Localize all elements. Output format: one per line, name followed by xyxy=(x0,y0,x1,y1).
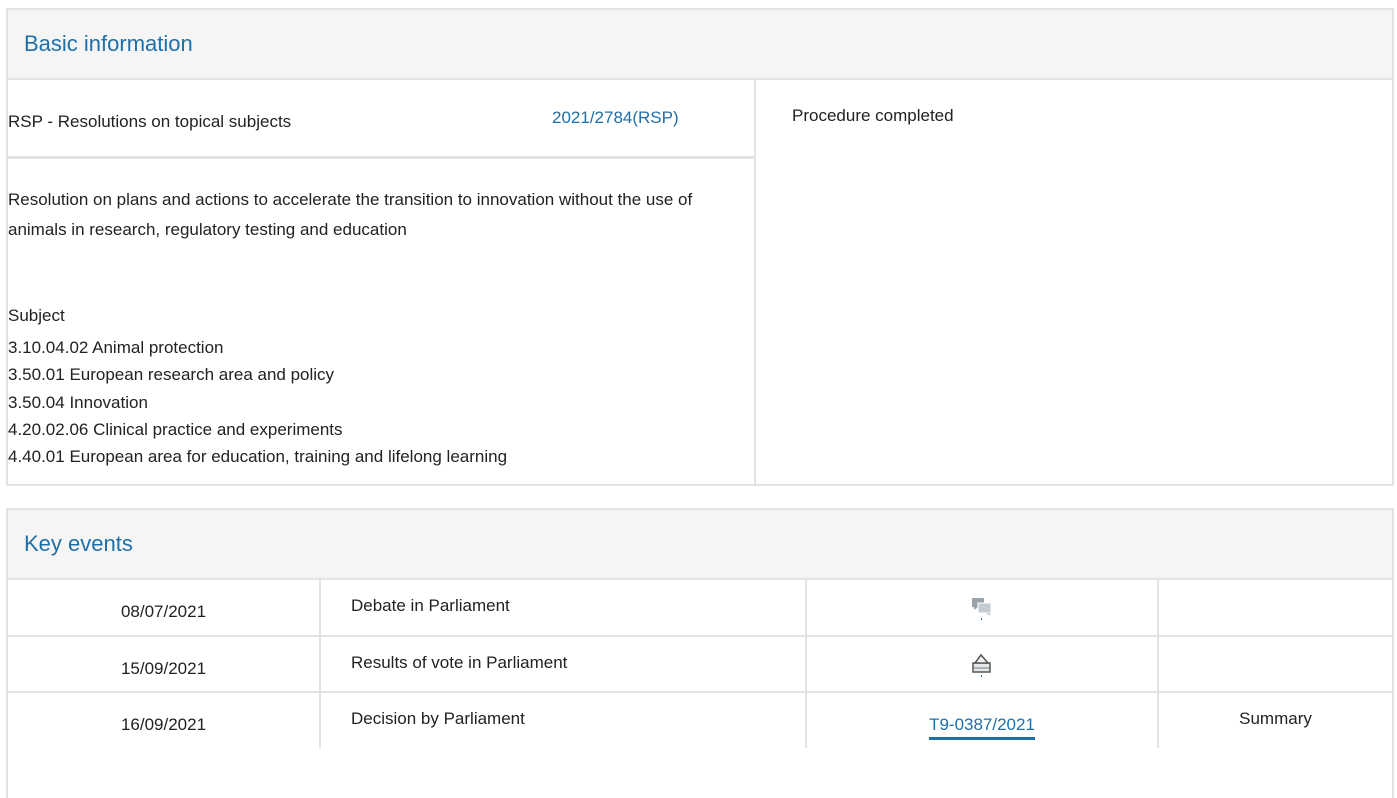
event-name: Debate in Parliament xyxy=(319,580,806,636)
event-document-cell xyxy=(805,580,1158,636)
key-events-panel: Key events 08/07/2021 Debate in Parliame… xyxy=(6,508,1394,798)
subject-list: 3.10.04.02 Animal protection 3.50.01 Eur… xyxy=(8,334,507,470)
table-row: 15/09/2021 Results of vote in Parliament xyxy=(8,635,1392,692)
subject-item: 3.50.01 European research area and polic… xyxy=(8,365,335,385)
event-date: 15/09/2021 xyxy=(8,635,320,692)
table-row: 08/07/2021 Debate in Parliament xyxy=(8,580,1392,636)
event-date: 16/09/2021 xyxy=(8,691,320,748)
vote-icon[interactable] xyxy=(971,653,993,677)
event-summary[interactable]: Summary xyxy=(1157,691,1392,748)
procedure-details: RSP - Resolutions on topical subjects 20… xyxy=(8,80,756,484)
event-document-cell: T9-0387/2021 xyxy=(805,691,1158,748)
document-link[interactable]: T9-0387/2021 xyxy=(929,715,1035,740)
event-document-cell xyxy=(805,635,1158,692)
subject-item: 4.40.01 European area for education, tra… xyxy=(8,447,508,467)
subject-item: 4.20.02.06 Clinical practice and experim… xyxy=(8,419,343,439)
table-row: 16/09/2021 Decision by Parliament T9-038… xyxy=(8,691,1392,748)
event-name: Decision by Parliament xyxy=(319,691,806,748)
basic-information-body: RSP - Resolutions on topical subjects 20… xyxy=(8,80,1392,484)
procedure-title: Resolution on plans and actions to accel… xyxy=(8,190,693,239)
subject-heading: Subject xyxy=(8,306,65,325)
procedure-type-row: RSP - Resolutions on topical subjects 20… xyxy=(8,80,754,159)
procedure-type: RSP - Resolutions on topical subjects xyxy=(8,112,292,131)
subject-item: 3.50.04 Innovation xyxy=(8,392,148,412)
procedure-reference-link[interactable]: 2021/2784(RSP) xyxy=(552,108,679,128)
basic-information-heading: Basic information xyxy=(8,10,1392,80)
debate-icon[interactable] xyxy=(971,596,993,620)
key-events-table: 08/07/2021 Debate in Parliament 15/09/20… xyxy=(8,580,1392,748)
key-events-heading: Key events xyxy=(8,510,1392,580)
event-name: Results of vote in Parliament xyxy=(319,635,806,692)
event-date: 08/07/2021 xyxy=(120,602,207,621)
event-summary xyxy=(1157,580,1392,636)
subject-item: 3.10.04.02 Animal protection xyxy=(8,338,224,357)
event-summary xyxy=(1157,635,1392,692)
procedure-status: Procedure completed xyxy=(792,106,954,125)
basic-information-panel: Basic information RSP - Resolutions on t… xyxy=(6,8,1394,486)
